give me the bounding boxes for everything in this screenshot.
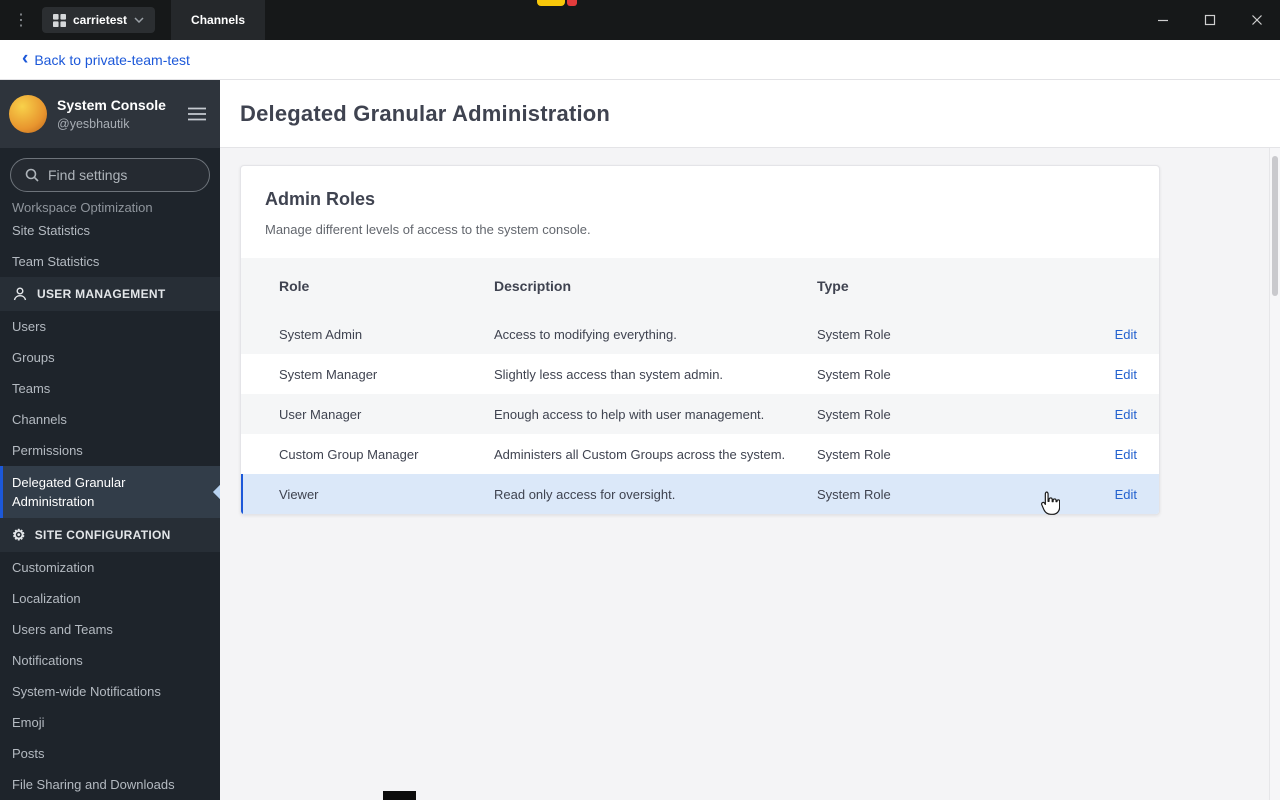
user-management-icon [12,286,28,302]
back-bar: ‹ Back to private-team-test [0,40,1280,80]
edit-link[interactable]: Edit [1115,487,1137,502]
hamburger-menu-icon[interactable] [188,107,206,121]
sidebar-item-site-statistics[interactable]: Site Statistics [0,215,220,246]
cell-type: System Role [817,446,891,462]
chevron-down-icon [134,17,144,23]
sidebar-item-localization[interactable]: Localization [0,583,220,614]
cell-role: System Admin [279,326,363,342]
sidebar-item-posts[interactable]: Posts [0,738,220,769]
sidebar-nav: Workspace Optimization Site Statistics T… [0,202,220,800]
server-grid-icon [53,13,66,27]
main-content: Delegated Granular Administration Admin … [220,80,1280,800]
recording-indicator [567,0,577,6]
edit-link[interactable]: Edit [1115,407,1137,422]
page-title: Delegated Granular Administration [240,100,611,126]
sidebar-section-site-configuration: ⚙ SITE CONFIGURATION [0,518,220,552]
card-header: Admin Roles Manage different levels of a… [241,166,1159,258]
sidebar-item-notifications[interactable]: Notifications [0,645,220,676]
active-item-label: Delegated Granular Administration [12,474,126,510]
sidebar-item-team-statistics[interactable]: Team Statistics [0,246,220,277]
table-row-viewer[interactable]: Viewer Read only access for oversight. S… [241,474,1159,514]
cell-description: Administers all Custom Groups across the… [494,446,786,462]
edit-link[interactable]: Edit [1115,327,1137,342]
cell-description: Read only access for oversight. [494,486,676,502]
sidebar-item-permissions[interactable]: Permissions [0,435,220,466]
taskbar-peek [383,791,416,800]
back-chevron-icon: ‹ [22,47,29,69]
window-controls [1139,0,1280,40]
cell-type: System Role [817,366,891,382]
sidebar-username: @yesbhautik [57,116,130,131]
sidebar-search [0,148,220,202]
search-input[interactable] [48,167,188,183]
cell-role: User Manager [279,406,362,422]
cell-type: System Role [817,326,891,342]
admin-roles-card: Admin Roles Manage different levels of a… [240,165,1160,515]
sidebar-item-users[interactable]: Users [0,311,220,342]
menu-dots-icon[interactable]: ⋮ [0,10,42,30]
scrollbar-thumb[interactable] [1272,156,1278,296]
cell-type: System Role [817,486,891,502]
section-label: SITE CONFIGURATION [34,528,171,542]
table-row-user-manager[interactable]: User Manager Enough access to help with … [241,394,1159,434]
window-titlebar: ⋮ carrietest Channels [0,0,1280,40]
cell-type: System Role [817,406,891,422]
sidebar-item-groups[interactable]: Groups [0,342,220,373]
avatar[interactable] [9,95,47,133]
section-label: USER MANAGEMENT [37,287,166,301]
table-header-row: Role Description Type [241,258,1159,314]
close-button[interactable] [1233,0,1280,40]
cell-role: Viewer [279,486,319,502]
cell-role: Custom Group Manager [279,446,419,462]
table-row-system-admin[interactable]: System Admin Access to modifying everyth… [241,314,1159,354]
search-pill[interactable] [10,158,210,192]
active-item-pointer-icon [212,484,220,500]
sidebar-item-file-sharing-and-downloads[interactable]: File Sharing and Downloads [0,769,220,800]
cell-role: System Manager [279,366,378,382]
table-body: System Admin Access to modifying everyth… [241,314,1159,514]
sidebar-item-emoji[interactable]: Emoji [0,707,220,738]
sidebar-item-teams[interactable]: Teams [0,373,220,404]
tab-channels[interactable]: Channels [171,0,266,40]
search-icon [24,167,40,183]
sidebar-item-users-and-teams[interactable]: Users and Teams [0,614,220,645]
cell-description: Slightly less access than system admin. [494,366,724,382]
sidebar-section-user-management: USER MANAGEMENT [0,277,220,311]
column-header-type: Type [817,278,849,294]
vertical-scrollbar[interactable] [1269,148,1280,800]
column-header-description: Description [494,278,572,294]
sidebar-item-channels[interactable]: Channels [0,404,220,435]
sidebar-item-delegated-granular-administration[interactable]: Delegated Granular Administration [0,466,220,518]
sidebar-item-workspace-optimization[interactable]: Workspace Optimization [0,202,220,215]
sidebar-title: System Console [57,97,166,114]
page-header: Delegated Granular Administration [220,80,1280,148]
sidebar-item-system-wide-notifications[interactable]: System-wide Notifications [0,676,220,707]
sidebar-item-customization[interactable]: Customization [0,552,220,583]
card-title: Admin Roles [265,189,376,209]
column-header-role: Role [279,278,310,294]
system-console-sidebar: System Console @yesbhautik Workspace Opt… [0,80,220,800]
maximize-button[interactable] [1186,0,1233,40]
minimize-button[interactable] [1139,0,1186,40]
sidebar-header: System Console @yesbhautik [0,80,220,148]
edit-link[interactable]: Edit [1115,447,1137,462]
cell-description: Enough access to help with user manageme… [494,406,765,422]
site-configuration-gear-icon: ⚙ [12,526,26,544]
content-area: Admin Roles Manage different levels of a… [220,148,1280,800]
back-link-label: Back to private-team-test [34,51,190,68]
server-selector[interactable]: carrietest [42,7,156,33]
cell-description: Access to modifying everything. [494,326,677,342]
server-name: carrietest [73,13,128,27]
edit-link[interactable]: Edit [1115,367,1137,382]
back-link[interactable]: ‹ Back to private-team-test [22,47,190,69]
table-row-system-manager[interactable]: System Manager Slightly less access than… [241,354,1159,394]
table-row-custom-group-manager[interactable]: Custom Group Manager Administers all Cus… [241,434,1159,474]
screenshare-indicator [537,0,565,6]
card-subtitle: Manage different levels of access to the… [265,222,591,237]
